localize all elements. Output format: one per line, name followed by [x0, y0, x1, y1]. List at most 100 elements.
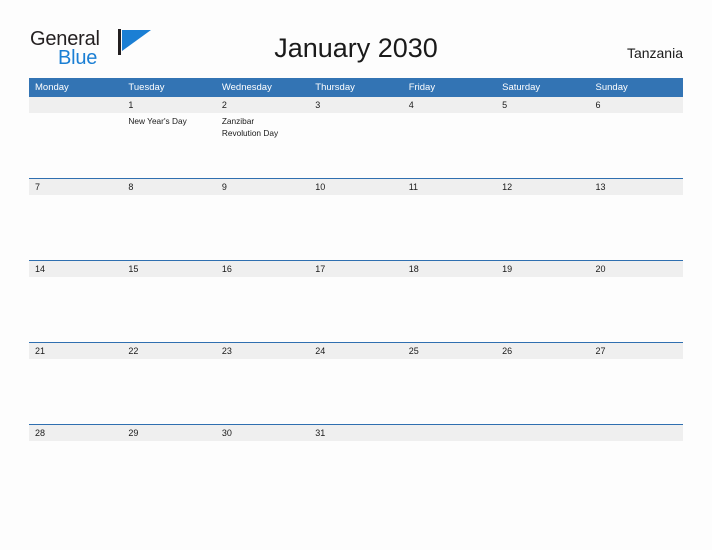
day-number[interactable]: 29	[122, 425, 215, 441]
day-events	[122, 359, 215, 424]
day-events: Zanzibar Revolution Day	[216, 113, 309, 178]
day-number[interactable]: 1	[122, 97, 215, 113]
day-events	[496, 113, 589, 178]
day-number	[590, 425, 683, 441]
day-number[interactable]: 26	[496, 343, 589, 359]
week-date-band: 28 29 30 31	[29, 425, 683, 441]
day-number[interactable]: 30	[216, 425, 309, 441]
day-events	[29, 113, 122, 178]
day-events	[309, 359, 402, 424]
day-events	[122, 441, 215, 506]
day-number[interactable]: 13	[590, 179, 683, 195]
day-number	[496, 425, 589, 441]
day-events: New Year's Day	[122, 113, 215, 178]
page-header: General Blue January 2030 Tanzania	[0, 0, 712, 76]
week-date-band: 21 22 23 24 25 26 27	[29, 343, 683, 359]
day-events	[496, 277, 589, 342]
day-number[interactable]: 25	[403, 343, 496, 359]
day-number[interactable]: 19	[496, 261, 589, 277]
day-number[interactable]: 2	[216, 97, 309, 113]
day-events	[403, 359, 496, 424]
day-events	[590, 277, 683, 342]
day-events	[216, 441, 309, 506]
day-events	[122, 195, 215, 260]
day-number[interactable]: 31	[309, 425, 402, 441]
week-date-band: 14 15 16 17 18 19 20	[29, 261, 683, 277]
calendar-week-row: 14 15 16 17 18 19 20	[29, 260, 683, 342]
day-number[interactable]: 22	[122, 343, 215, 359]
day-events	[216, 359, 309, 424]
day-events	[403, 113, 496, 178]
day-number[interactable]: 10	[309, 179, 402, 195]
weekday-header-monday: Monday	[35, 82, 69, 93]
day-number[interactable]: 6	[590, 97, 683, 113]
day-number[interactable]: 3	[309, 97, 402, 113]
location-label: Tanzania	[626, 45, 683, 61]
day-events	[403, 277, 496, 342]
day-number[interactable]: 18	[403, 261, 496, 277]
day-events	[29, 359, 122, 424]
day-number[interactable]: 16	[216, 261, 309, 277]
day-number[interactable]: 23	[216, 343, 309, 359]
calendar-week-row: 1 2 3 4 5 6 New Year's Day Zanzibar Revolution D…	[29, 97, 683, 178]
day-number[interactable]: 14	[29, 261, 122, 277]
week-event-band	[29, 195, 683, 260]
weekday-header-sunday: Sunday	[595, 82, 628, 93]
weekday-header-row: Monday Tuesday Wednesday Thursday Friday…	[29, 78, 683, 97]
week-event-band: New Year's Day Zanzibar Revolution Day	[29, 113, 683, 178]
day-events	[496, 441, 589, 506]
day-events	[216, 195, 309, 260]
calendar-week-row: 21 22 23 24 25 26 27	[29, 342, 683, 424]
calendar-week-row: 7 8 9 10 11 12 13	[29, 178, 683, 260]
day-events	[309, 441, 402, 506]
day-number[interactable]: 4	[403, 97, 496, 113]
event-label: Zanzibar	[221, 116, 255, 126]
weekday-header-friday: Friday	[408, 82, 436, 93]
day-events	[403, 195, 496, 260]
day-number[interactable]: 27	[590, 343, 683, 359]
week-event-band	[29, 359, 683, 424]
day-number[interactable]: 5	[496, 97, 589, 113]
day-number[interactable]: 8	[122, 179, 215, 195]
day-number[interactable]: 7	[29, 179, 122, 195]
day-events	[496, 195, 589, 260]
calendar-week-row: 28 29 30 31	[29, 424, 683, 506]
day-number[interactable]: 15	[122, 261, 215, 277]
event-label: Revolution Day	[221, 127, 279, 138]
weekday-header-tuesday: Tuesday	[128, 82, 165, 93]
day-number[interactable]: 12	[496, 179, 589, 195]
week-date-band: 123456	[29, 97, 683, 113]
day-number[interactable]: 24	[309, 343, 402, 359]
calendar-page: General Blue January 2030 Tanzania Monda…	[0, 0, 712, 550]
day-number	[29, 97, 122, 113]
calendar-grid: Monday Tuesday Wednesday Thursday Friday…	[29, 78, 683, 506]
day-events	[29, 277, 122, 342]
day-events	[403, 441, 496, 506]
weekday-header-thursday: Thursday	[315, 82, 355, 93]
weekday-header-saturday: Saturday	[502, 82, 541, 93]
event-label: New Year's Day	[128, 116, 187, 126]
day-number[interactable]: 28	[29, 425, 122, 441]
day-events	[590, 195, 683, 260]
day-events	[309, 113, 402, 178]
day-number[interactable]: 17	[309, 261, 402, 277]
day-number[interactable]: 11	[403, 179, 496, 195]
day-events	[309, 195, 402, 260]
day-events	[29, 195, 122, 260]
day-events	[122, 277, 215, 342]
page-title: January 2030	[274, 33, 438, 63]
day-number[interactable]: 9	[216, 179, 309, 195]
day-events	[216, 277, 309, 342]
week-event-band	[29, 441, 683, 506]
day-number[interactable]: 21	[29, 343, 122, 359]
day-events	[590, 441, 683, 506]
calendar-weeks: 1 2 3 4 5 6 New Year's Day Zanzibar Revolution D…	[29, 97, 683, 506]
day-number[interactable]: 20	[590, 261, 683, 277]
day-events	[29, 441, 122, 506]
weekday-header-wednesday: Wednesday	[221, 82, 272, 93]
day-events	[590, 113, 683, 178]
day-number	[403, 425, 496, 441]
week-date-band: 7 8 9 10 11 12 13	[29, 179, 683, 195]
day-events	[496, 359, 589, 424]
day-events	[590, 359, 683, 424]
